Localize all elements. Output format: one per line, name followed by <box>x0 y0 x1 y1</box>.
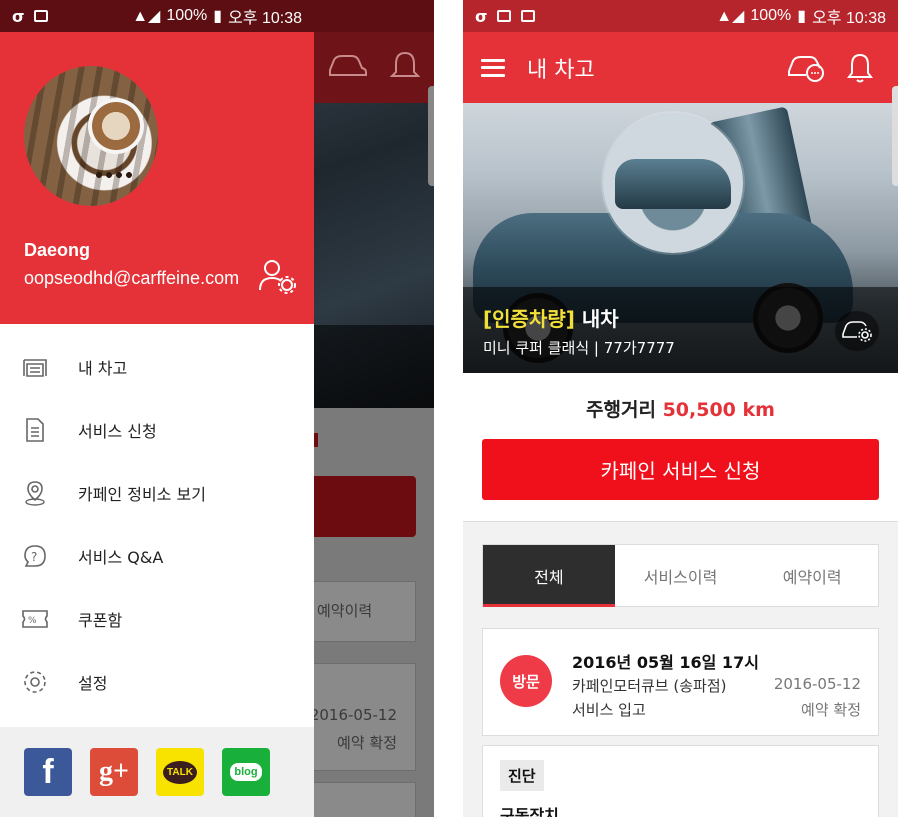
page-title: 내 차고 <box>527 57 595 83</box>
menu-item-service-request[interactable]: 서비스 신청 <box>0 398 314 461</box>
record-card[interactable]: 방문 2016년 05월 16일 17시 카페인모터큐브 (송파점) 서비스 입… <box>482 628 879 736</box>
menu-item-coupons[interactable]: % 쿠폰함 <box>0 587 314 650</box>
document-icon <box>22 417 48 443</box>
certified-label: [인증차량] <box>483 307 575 331</box>
record-service-type: 서비스 입고 <box>572 701 646 719</box>
left-phone-screen: 예약이력 2016-05-12 예약 확정 σ ▲◢ 100% ▮ 오후 10:… <box>0 0 434 817</box>
menu-item-my-garage[interactable]: 내 차고 <box>0 335 314 398</box>
service-request-button[interactable]: 카페인 서비스 신청 <box>482 439 879 500</box>
car-settings-icon[interactable] <box>835 311 879 351</box>
car-nickname: 내차 <box>581 307 619 331</box>
app-bar: 내 차고 <box>463 32 898 103</box>
status-bar: σ ▲◢ 100% ▮ 오후 10:38 <box>0 0 314 32</box>
signal-icon: ▲◢ <box>132 8 161 25</box>
bg-tab-reservation: 예약이력 <box>300 581 416 642</box>
car-hero-image: [인증차량] 내차 미니 쿠퍼 클래식 | 77가7777 <box>463 103 898 373</box>
avatar[interactable] <box>24 66 158 206</box>
signal-icon: ▲◢ <box>716 8 745 25</box>
tab-all[interactable]: 전체 <box>483 545 615 607</box>
car-title: [인증차량] 내차 <box>483 303 619 332</box>
location-pin-icon <box>22 480 48 506</box>
social-links-bar: f g+ TALK blog <box>0 727 314 817</box>
history-tabs: 전체 서비스이력 예약이력 <box>482 544 879 607</box>
menu-item-repair-shops[interactable]: 카페인 정비소 보기 <box>0 461 314 524</box>
tab-service-history[interactable]: 서비스이력 <box>615 545 747 606</box>
car-menu-icon[interactable] <box>786 50 826 86</box>
record-shop: 카페인모터큐브 (송파점) <box>572 677 727 695</box>
user-settings-icon[interactable] <box>258 258 298 294</box>
blog-icon[interactable]: blog <box>222 748 270 796</box>
coupon-icon: % <box>22 606 48 632</box>
question-bubble-icon: ? <box>22 543 48 569</box>
google-plus-icon[interactable]: g+ <box>90 748 138 796</box>
kakaotalk-icon[interactable]: TALK <box>156 748 204 796</box>
clock: 오후 10:38 <box>228 10 302 27</box>
mileage: 주행거리 50,500 km <box>463 373 898 439</box>
clock: 오후 10:38 <box>812 10 886 27</box>
carrier-icon: σ <box>475 6 488 26</box>
car-thumbnail <box>603 113 743 253</box>
car-model: 미니 쿠퍼 클래식 <box>483 339 590 357</box>
facebook-icon[interactable]: f <box>24 748 72 796</box>
navigation-drawer: σ ▲◢ 100% ▮ 오후 10:38 Daeong oopseodhd@ca… <box>0 0 314 817</box>
garage-icon <box>22 354 48 380</box>
wifi-icon <box>521 10 536 22</box>
bg-car-menu-icon <box>329 55 367 76</box>
bg-record-card: 2016-05-12 예약 확정 <box>300 663 416 771</box>
battery-level: 100% <box>750 7 792 24</box>
visit-badge: 방문 <box>500 655 552 707</box>
menu-item-service-qna[interactable]: ? 서비스 Q&A <box>0 524 314 587</box>
mileage-value: 50,500 km <box>662 399 775 421</box>
bell-icon[interactable] <box>840 50 880 86</box>
history-section: 전체 서비스이력 예약이력 방문 2016년 05월 16일 17시 카페인모터… <box>463 521 898 817</box>
status-badge: 예약 확정 <box>801 701 861 719</box>
menu-item-settings[interactable]: 설정 <box>0 650 314 713</box>
car-info: 미니 쿠퍼 클래식 | 77가7777 <box>483 339 675 357</box>
battery-level: 100% <box>166 7 208 24</box>
diagnosis-tag: 진단 <box>500 760 544 791</box>
record-date: 2016-05-12 <box>773 675 861 693</box>
user-name: Daeong <box>24 240 91 260</box>
menu-icon[interactable] <box>481 58 505 77</box>
wifi-icon <box>34 10 49 22</box>
drawer-menu: 내 차고 서비스 신청 카페인 정비소 보기 ? 서비스 Q&A % 쿠폰함 설… <box>0 324 314 713</box>
status-bar: σ ▲◢ 100% ▮ 오후 10:38 <box>463 0 898 32</box>
diagnosis-card[interactable]: 진단 구동장치 <box>482 745 879 817</box>
tab-reservation-history[interactable]: 예약이력 <box>746 545 878 606</box>
battery-icon: ▮ <box>797 8 807 25</box>
drawer-header: σ ▲◢ 100% ▮ 오후 10:38 Daeong oopseodhd@ca… <box>0 0 314 324</box>
car-plate: 77가7777 <box>603 339 675 357</box>
carrier-icon: σ <box>12 6 25 26</box>
gallery-icon <box>497 10 512 22</box>
right-phone-screen: σ ▲◢ 100% ▮ 오후 10:38 내 차고 [인증차량] 내차 미니 쿠… <box>463 0 898 817</box>
record-datetime: 2016년 05월 16일 17시 <box>572 653 759 672</box>
user-email: oopseodhd@carffeine.com <box>24 268 240 288</box>
svg-text:?: ? <box>31 550 37 564</box>
battery-icon: ▮ <box>213 8 223 25</box>
mileage-label: 주행거리 <box>586 399 656 421</box>
svg-text:%: % <box>28 616 37 626</box>
bg-bell-icon <box>390 51 420 77</box>
gear-icon <box>22 669 48 695</box>
diagnosis-category: 구동장치 <box>500 806 559 817</box>
